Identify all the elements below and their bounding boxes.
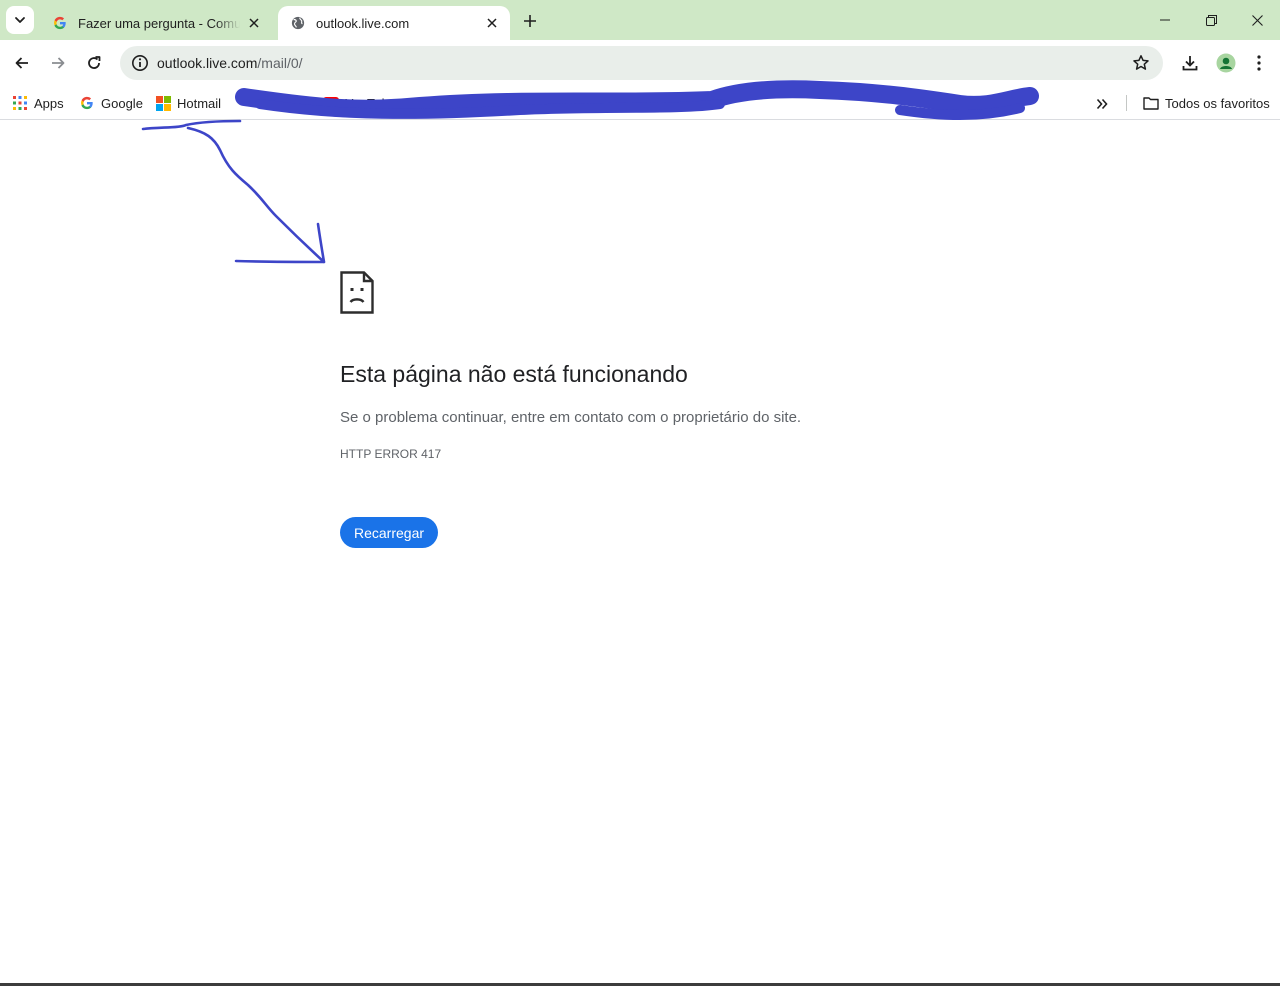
tab-search-button[interactable]	[6, 6, 34, 34]
reload-button[interactable]	[78, 47, 110, 79]
close-tab-icon[interactable]	[246, 15, 262, 31]
folder-icon	[1143, 95, 1159, 111]
new-tab-button[interactable]	[518, 9, 542, 33]
download-icon	[1182, 56, 1198, 71]
google-icon	[52, 15, 68, 31]
plus-icon	[524, 15, 536, 27]
profile-button[interactable]	[1210, 47, 1242, 79]
all-bookmarks-label: Todos os favoritos	[1165, 95, 1270, 111]
error-code: HTTP ERROR 417	[340, 447, 442, 461]
restore-icon	[1205, 14, 1217, 26]
apps-grid-icon	[12, 95, 28, 111]
tab-title: outlook.live.com	[316, 16, 410, 31]
more-bookmarks-button[interactable]	[1092, 94, 1112, 114]
chevron-down-icon	[15, 17, 25, 23]
forward-button[interactable]	[42, 47, 74, 79]
site-info-icon[interactable]	[128, 51, 152, 75]
tab-title: Fazer uma pergunta - Comunidade	[78, 16, 240, 31]
back-button[interactable]	[6, 47, 38, 79]
bookmark-label: Apps	[34, 95, 64, 111]
url-path: /mail/0/	[257, 55, 303, 71]
tab-outlook[interactable]: outlook.live.com	[278, 6, 510, 40]
handwritten-annotation	[141, 80, 1039, 264]
arrow-left-icon	[15, 57, 28, 69]
close-tab-icon[interactable]	[484, 15, 500, 31]
menu-button[interactable]	[1243, 47, 1275, 79]
bookmark-apps[interactable]: Apps	[12, 92, 64, 114]
bookmarks-bar: Apps Google Hotmail YouTube Kids Todos o…	[0, 86, 1280, 120]
google-icon	[79, 95, 95, 111]
reload-icon	[88, 56, 101, 69]
all-bookmarks-folder[interactable]: Todos os favoritos	[1143, 92, 1270, 114]
globe-icon	[290, 15, 306, 31]
sad-page-icon	[340, 271, 374, 314]
close-icon	[1251, 14, 1263, 26]
bookmarks-separator	[1126, 95, 1127, 111]
minimize-button[interactable]	[1142, 0, 1188, 40]
url-host: outlook.live.com	[157, 55, 258, 71]
arrow-right-icon	[52, 57, 65, 69]
error-title: Esta página não está funcionando	[340, 361, 688, 387]
bookmark-youtube-kids[interactable]: YouTube Kids	[323, 92, 425, 114]
url-text[interactable]: outlook.live.com/mail/0/	[157, 55, 303, 71]
avatar-icon	[1216, 53, 1236, 73]
bookmark-hotmail[interactable]: Hotmail	[155, 92, 221, 114]
restore-button[interactable]	[1188, 0, 1234, 40]
error-description: Se o problema continuar, entre em contat…	[340, 409, 802, 426]
minimize-icon	[1160, 19, 1170, 21]
close-window-button[interactable]	[1234, 0, 1280, 40]
downloads-button[interactable]	[1174, 47, 1206, 79]
bookmark-google[interactable]: Google	[79, 92, 143, 114]
bookmark-label: YouTube Kids	[345, 95, 425, 111]
chevron-double-right-icon	[1096, 98, 1108, 110]
tab-strip: Fazer uma pergunta - Comunidade outlook.…	[0, 0, 1280, 40]
arrow-scribble	[141, 119, 326, 264]
more-vertical-icon	[1257, 55, 1261, 71]
tab-fazer-uma-pergunta[interactable]: Fazer uma pergunta - Comunidade	[40, 6, 272, 40]
toolbar: outlook.live.com/mail/0/	[0, 40, 1280, 86]
bookmark-star-icon[interactable]	[1131, 53, 1151, 73]
microsoft-icon	[155, 95, 171, 111]
bookmark-label: Google	[101, 95, 143, 111]
address-bar[interactable]: outlook.live.com/mail/0/	[120, 46, 1163, 80]
youtube-icon	[323, 95, 339, 111]
bookmark-label: Hotmail	[177, 95, 222, 111]
reload-page-button[interactable]: Recarregar	[340, 517, 438, 548]
